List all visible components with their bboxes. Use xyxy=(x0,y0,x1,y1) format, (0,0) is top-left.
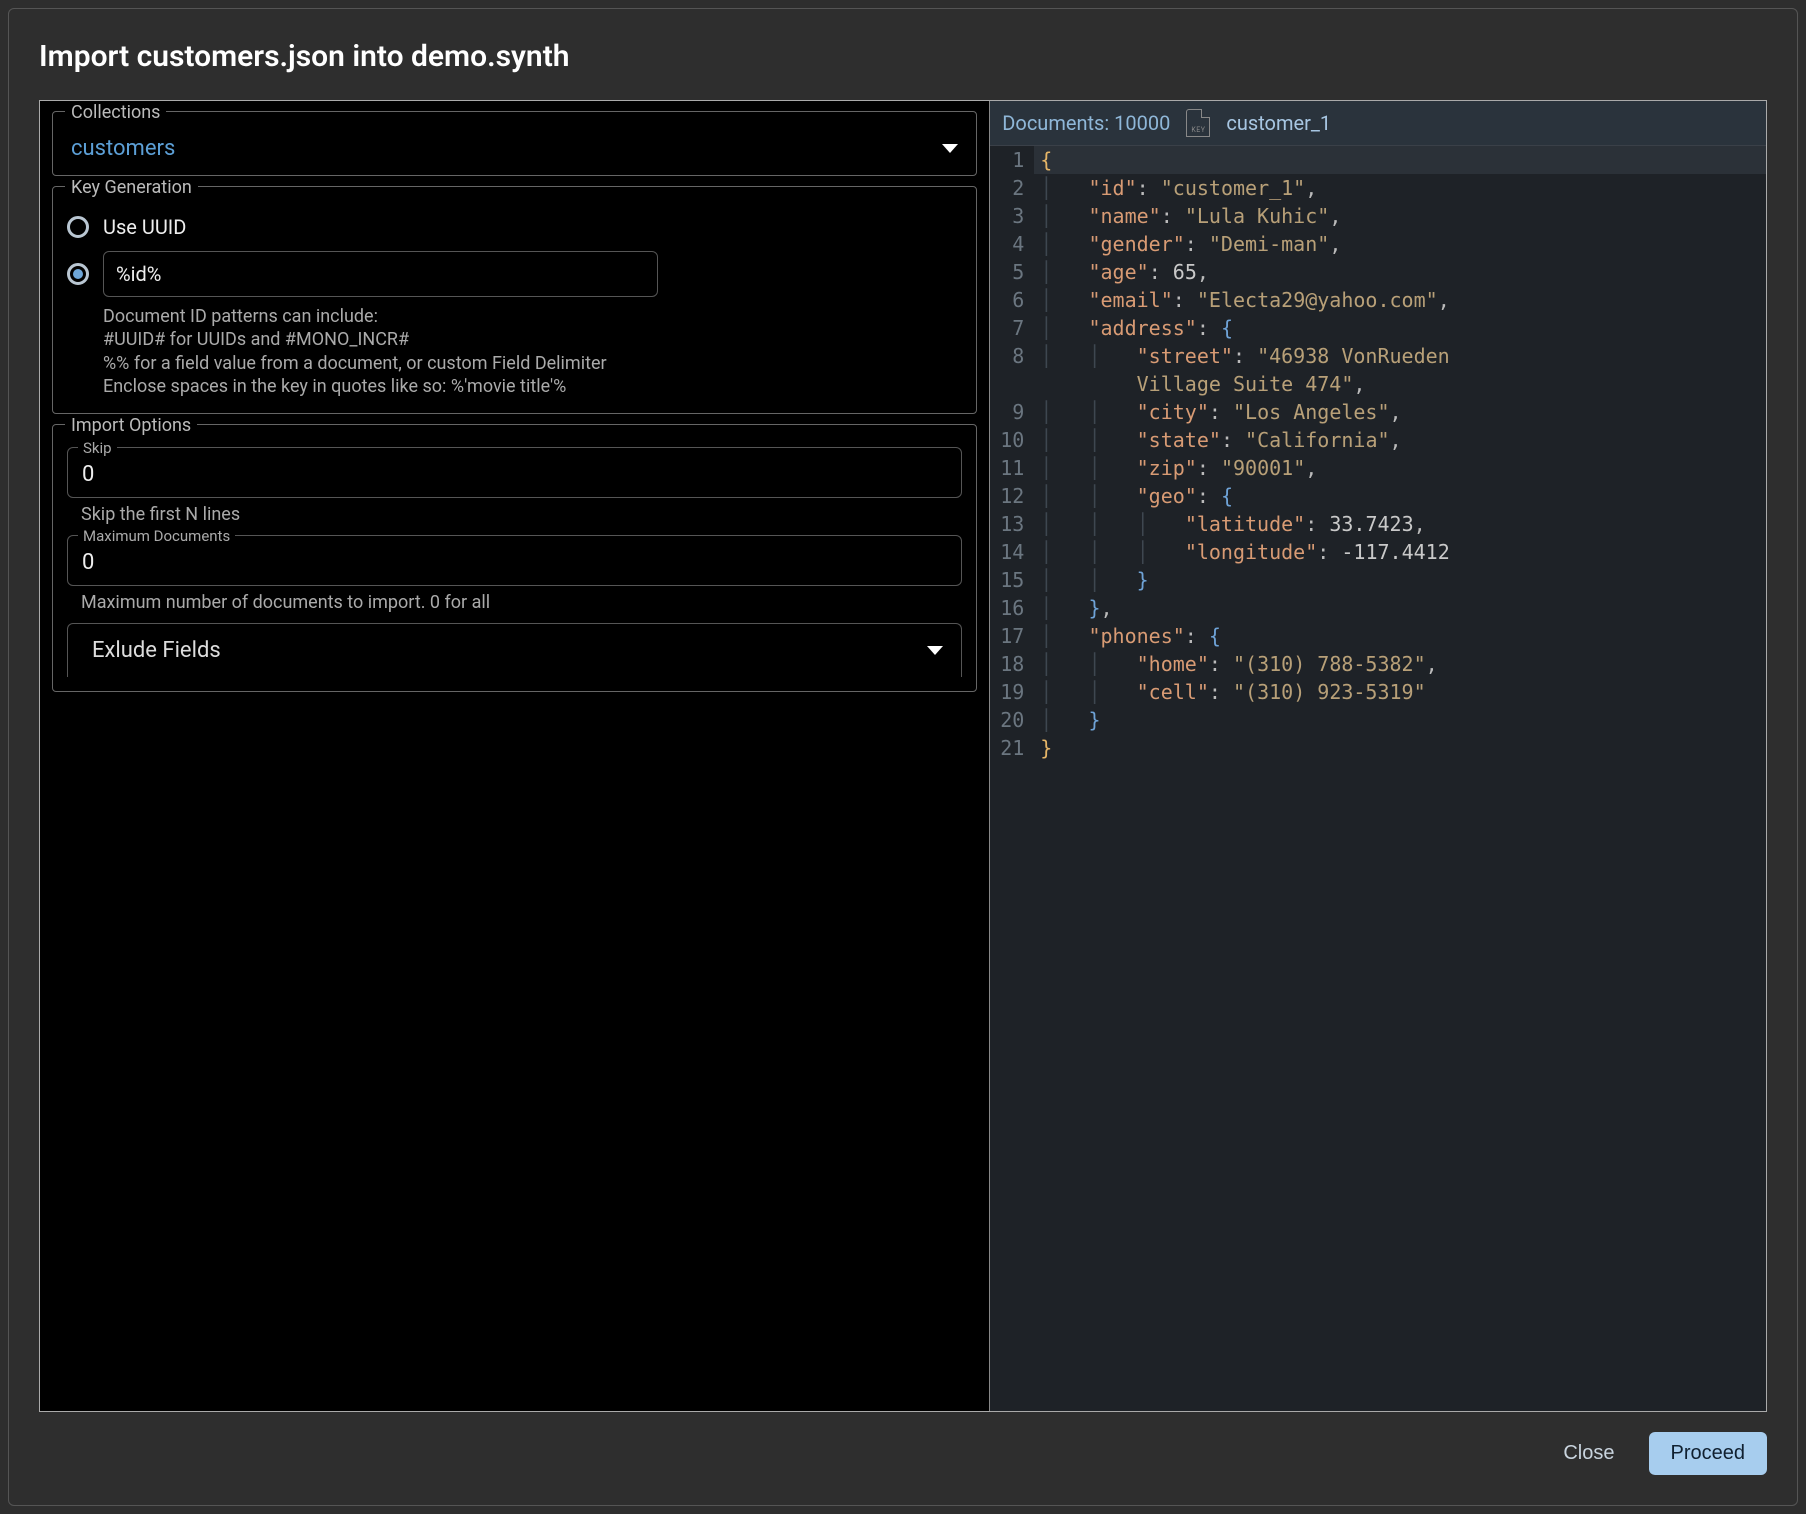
collections-value: customers xyxy=(71,136,175,161)
chevron-down-icon xyxy=(927,646,943,655)
skip-label: Skip xyxy=(78,439,117,457)
dialog-footer: Close Proceed xyxy=(39,1412,1767,1475)
collections-label: Collections xyxy=(65,102,166,123)
documents-count: Documents: 10000 xyxy=(1002,111,1170,135)
import-options-group: Import Options Skip Skip the first N lin… xyxy=(52,424,977,692)
collections-field: Collections customers xyxy=(52,111,977,176)
document-key-icon: KEY xyxy=(1186,109,1210,137)
skip-input[interactable] xyxy=(80,462,949,487)
max-docs-field: Maximum Documents xyxy=(67,535,962,586)
radio-use-uuid[interactable]: Use UUID xyxy=(67,215,962,239)
json-preview[interactable]: 1{2│ "id": "customer_1",3│ "name": "Lula… xyxy=(990,146,1766,1411)
max-docs-input[interactable] xyxy=(80,550,949,575)
collections-select[interactable]: customers xyxy=(67,130,962,161)
radio-icon xyxy=(67,263,89,285)
key-generation-group: Key Generation Use UUID Document ID patt… xyxy=(52,186,977,414)
preview-pane: Documents: 10000 KEY customer_1 1{2│ "id… xyxy=(989,101,1766,1411)
content-area: Collections customers Key Generation Use… xyxy=(39,100,1767,1412)
keygen-legend: Key Generation xyxy=(65,177,198,198)
import-dialog: Import customers.json into demo.synth Co… xyxy=(8,8,1798,1506)
config-pane: Collections customers Key Generation Use… xyxy=(40,101,989,1411)
exclude-fields-label: Exlude Fields xyxy=(92,638,221,663)
chevron-down-icon xyxy=(942,144,958,153)
skip-help: Skip the first N lines xyxy=(81,504,962,525)
radio-pattern[interactable] xyxy=(67,251,962,297)
proceed-button[interactable]: Proceed xyxy=(1649,1432,1768,1475)
keygen-help: Document ID patterns can include: #UUID#… xyxy=(103,305,962,399)
dialog-title: Import customers.json into demo.synth xyxy=(39,39,1767,74)
document-key-value: customer_1 xyxy=(1226,111,1331,135)
close-button[interactable]: Close xyxy=(1547,1432,1630,1475)
radio-icon xyxy=(67,216,89,238)
preview-header: Documents: 10000 KEY customer_1 xyxy=(990,101,1766,146)
max-docs-label: Maximum Documents xyxy=(78,527,235,545)
radio-uuid-label: Use UUID xyxy=(103,215,186,239)
max-docs-help: Maximum number of documents to import. 0… xyxy=(81,592,962,613)
pattern-input[interactable] xyxy=(103,251,658,297)
exclude-fields-select[interactable]: Exlude Fields xyxy=(67,623,962,677)
skip-field: Skip xyxy=(67,447,962,498)
import-options-legend: Import Options xyxy=(65,415,197,436)
